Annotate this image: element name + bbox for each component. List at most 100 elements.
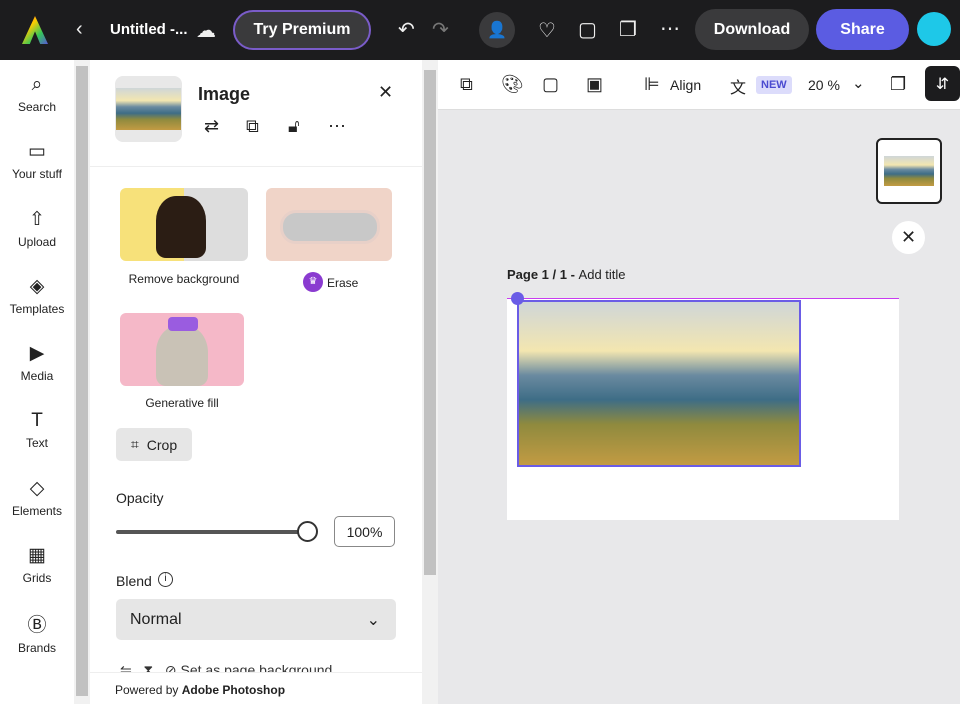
page-caption: Page 1 / 1 - Add title bbox=[507, 267, 626, 282]
scrollbar-thumb[interactable] bbox=[76, 66, 88, 696]
download-button[interactable]: Download bbox=[695, 9, 809, 50]
crop-button[interactable]: ⌗ Crop bbox=[116, 428, 192, 461]
erase-label: Erase bbox=[327, 276, 359, 290]
rail-label: Your stuff bbox=[11, 167, 63, 182]
left-rail: ⌕ Search ▭ Your stuff ⇧ Upload ◈ Templates ▶… bbox=[0, 60, 74, 704]
back-icon[interactable]: ‹ bbox=[76, 18, 83, 41]
opacity-slider[interactable] bbox=[116, 530, 308, 534]
align-label[interactable]: Align bbox=[670, 77, 701, 93]
erase-tool[interactable] bbox=[266, 188, 392, 261]
rail-label: Text bbox=[25, 436, 48, 451]
document-title[interactable]: Untitled -... bbox=[110, 21, 188, 38]
rail-label: Grids bbox=[22, 571, 52, 586]
folder-icon: ▭ bbox=[28, 141, 46, 163]
duplicate-comment-icon[interactable]: ❐ bbox=[619, 17, 637, 42]
replace-icon[interactable]: ⇄ bbox=[204, 116, 219, 137]
panel-scrollbar[interactable] bbox=[422, 60, 438, 704]
panel-footer: Powered by Adobe Photoshop bbox=[90, 672, 422, 704]
unlock-icon[interactable]: 🔓︎ bbox=[288, 116, 300, 137]
text-icon: T bbox=[31, 410, 43, 432]
chevron-down-icon[interactable]: ⌄ bbox=[852, 74, 865, 92]
add-title-link[interactable]: Add title bbox=[579, 267, 626, 282]
comment-icon[interactable]: ▢ bbox=[578, 17, 597, 42]
invite-user-button[interactable]: 👤 bbox=[479, 12, 515, 48]
blend-label: Blend bbox=[116, 573, 152, 589]
crop-icon: ⌗ bbox=[130, 436, 139, 452]
rail-item-search[interactable]: ⌕ Search bbox=[0, 60, 74, 127]
opacity-input[interactable]: 100% bbox=[334, 516, 395, 547]
share-button[interactable]: Share bbox=[816, 9, 909, 50]
top-bar: ‹ Untitled -... ☁ Try Premium ↶ ↷ 👤 ♡ ▢ … bbox=[0, 0, 960, 60]
rail-item-media[interactable]: ▶ Media bbox=[0, 329, 74, 396]
close-icon[interactable]: ✕ bbox=[378, 82, 393, 103]
rail-label: Media bbox=[20, 369, 54, 384]
page-thumbnail[interactable] bbox=[876, 138, 942, 204]
selected-landscape-image[interactable] bbox=[517, 300, 801, 467]
scrollbar-thumb[interactable] bbox=[424, 70, 436, 575]
canvas-toolbar: ⧉ 🎨︎ ▢ ▣ ⊫ Align 文 NEW 20 % ⌄ ❐ ⇵ bbox=[438, 60, 960, 110]
premium-crown-icon: ♛ bbox=[303, 272, 323, 292]
rotate-handle[interactable] bbox=[511, 292, 524, 305]
duplicate-icon[interactable]: ⧉ bbox=[246, 116, 259, 137]
rail-item-upload[interactable]: ⇧ Upload bbox=[0, 195, 74, 262]
close-icon: ✕ bbox=[900, 227, 917, 247]
undo-icon[interactable]: ↶ bbox=[398, 17, 415, 42]
generative-fill-label: Generative fill bbox=[145, 396, 219, 410]
grids-icon: ▦ bbox=[28, 545, 46, 567]
page-label: Page 1 / 1 - bbox=[507, 267, 579, 282]
media-icon: ▶ bbox=[29, 343, 45, 365]
new-badge: NEW bbox=[756, 76, 792, 94]
rail-item-your-stuff[interactable]: ▭ Your stuff bbox=[0, 127, 74, 194]
cloud-icon[interactable]: ☁ bbox=[196, 18, 216, 43]
adobe-express-logo[interactable] bbox=[22, 16, 48, 44]
image-thumbnail bbox=[115, 76, 182, 142]
upload-icon: ⇧ bbox=[29, 208, 45, 230]
brands-icon: Ⓑ bbox=[27, 614, 47, 636]
footer-brand: Adobe Photoshop bbox=[181, 683, 286, 697]
rail-label: Search bbox=[17, 99, 57, 114]
lightbulb-icon[interactable]: ♡ bbox=[538, 18, 556, 43]
rail-item-brands[interactable]: Ⓑ Brands bbox=[0, 598, 74, 665]
crop-label: Crop bbox=[146, 436, 178, 453]
rail-scrollbar[interactable] bbox=[74, 60, 90, 704]
rail-item-templates[interactable]: ◈ Templates bbox=[0, 262, 74, 329]
info-icon[interactable]: i bbox=[158, 572, 173, 587]
blend-mode-value: Normal bbox=[130, 610, 182, 628]
try-premium-button[interactable]: Try Premium bbox=[233, 10, 371, 50]
avatar[interactable] bbox=[917, 12, 951, 46]
rail-item-text[interactable]: T Text bbox=[0, 396, 74, 463]
close-pages-button[interactable]: ✕ bbox=[892, 221, 925, 254]
more-icon[interactable]: ⋯ bbox=[328, 116, 346, 137]
snap-guide bbox=[507, 298, 899, 299]
generative-fill-tool[interactable] bbox=[120, 313, 244, 386]
chevron-down-icon: ⌄ bbox=[366, 611, 380, 629]
layers-icon: ⇵ bbox=[935, 75, 950, 93]
blend-mode-dropdown[interactable]: Normal ⌄ bbox=[116, 599, 396, 640]
rail-item-grids[interactable]: ▦ Grids bbox=[0, 531, 74, 598]
border-icon[interactable]: ▣ bbox=[586, 74, 603, 95]
templates-icon: ◈ bbox=[29, 276, 45, 298]
redo-icon[interactable]: ↷ bbox=[432, 17, 449, 42]
opacity-slider-handle[interactable] bbox=[297, 521, 318, 542]
align-icon[interactable]: ⊫ bbox=[644, 74, 660, 95]
zoom-level[interactable]: 20 % bbox=[808, 77, 840, 93]
animate-icon[interactable]: ⧉ bbox=[460, 74, 473, 95]
remove-background-label: Remove background bbox=[128, 272, 240, 286]
rail-label: Elements bbox=[11, 503, 63, 518]
pages-icon[interactable]: ❐ bbox=[890, 74, 906, 95]
shape-icon[interactable]: ▢ bbox=[542, 74, 559, 95]
translate-icon[interactable]: 文 bbox=[730, 74, 746, 98]
more-icon[interactable]: ⋯ bbox=[660, 16, 680, 41]
rail-label: Upload bbox=[17, 234, 57, 249]
palette-icon[interactable]: 🎨︎ bbox=[501, 74, 524, 95]
panel-title: Image bbox=[198, 84, 251, 104]
image-properties-panel: Image ⇄ ⧉ 🔓︎ ⋯ ✕ Remove background ♛ Era… bbox=[90, 60, 422, 704]
footer-prefix: Powered by bbox=[115, 683, 182, 697]
elements-icon: ◇ bbox=[29, 477, 45, 499]
layers-button[interactable]: ⇵ bbox=[925, 66, 960, 101]
rail-label: Brands bbox=[17, 640, 57, 655]
rail-item-elements[interactable]: ◇ Elements bbox=[0, 464, 74, 531]
remove-background-tool[interactable] bbox=[120, 188, 248, 261]
rail-label: Templates bbox=[9, 302, 65, 317]
add-user-icon: 👤 bbox=[487, 22, 507, 39]
